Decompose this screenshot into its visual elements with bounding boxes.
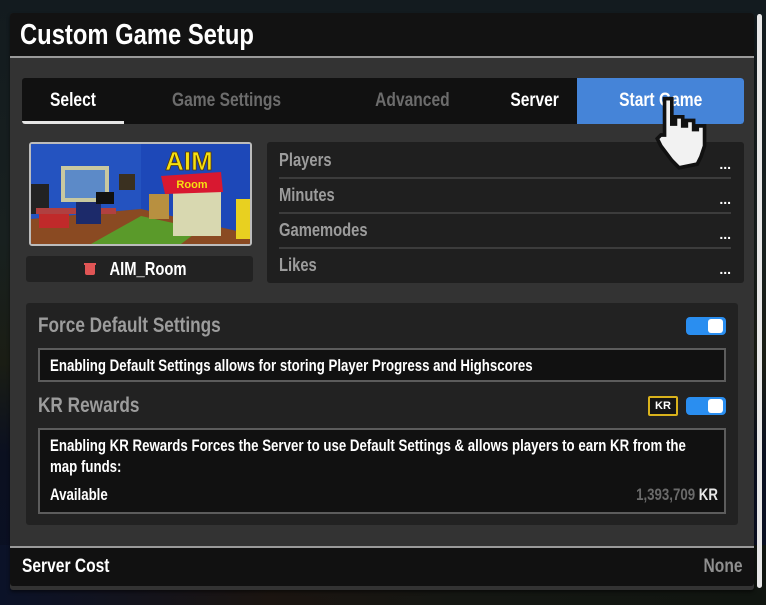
scrollbar[interactable] [757, 14, 762, 588]
stat-value: ... [719, 155, 731, 172]
selected-map-label: AIM_Room [26, 256, 253, 282]
window-title: Custom Game Setup [20, 19, 254, 51]
stat-row-minutes: Minutes ... [279, 179, 731, 214]
start-game-button[interactable]: Start Game [577, 78, 744, 124]
map-thumbnail[interactable]: AIM Room [29, 142, 252, 246]
svg-text:Room: Room [176, 179, 207, 191]
footer-bar: Server Cost None [10, 546, 754, 586]
stat-value: ... [719, 225, 731, 242]
stat-row-likes: Likes ... [279, 248, 731, 283]
kr-rewards-description: Enabling KR Rewards Forces the Server to… [38, 428, 726, 514]
tab-advanced[interactable]: Advanced [322, 78, 502, 124]
tab-server[interactable]: Server [480, 78, 590, 124]
custom-game-setup-window: Custom Game Setup Select Game Settings A… [10, 13, 754, 590]
server-cost-value: None [703, 556, 742, 577]
force-default-title: Force Default Settings [38, 314, 221, 337]
title-bar: Custom Game Setup [10, 13, 754, 58]
stat-value: ... [719, 190, 731, 207]
stat-label: Gamemodes [279, 220, 368, 240]
force-default-toggle[interactable] [686, 317, 726, 335]
tab-bar: Select Game Settings Advanced Server Sta… [22, 78, 744, 124]
available-amount: 1,393,709 KR [636, 485, 718, 504]
kr-available-row: Available 1,393,709 KR [50, 484, 718, 506]
kr-currency-icon: KR [648, 396, 678, 416]
map-name: AIM_Room [108, 258, 187, 279]
kr-rewards-title: KR Rewards [38, 394, 140, 417]
map-thumbnail-image: AIM Room [31, 144, 250, 244]
tab-game-settings[interactable]: Game Settings [137, 78, 317, 124]
available-label: Available [50, 485, 108, 504]
trash-icon[interactable] [83, 263, 96, 275]
server-cost-label: Server Cost [22, 556, 110, 577]
force-default-description: Enabling Default Settings allows for sto… [38, 348, 726, 382]
settings-panel: Force Default Settings Enabling Default … [26, 303, 738, 525]
stat-label: Minutes [279, 185, 335, 205]
kr-rewards-header: KR Rewards KR [38, 391, 726, 421]
stat-value: ... [719, 260, 731, 277]
svg-text:AIM: AIM [165, 146, 213, 176]
stat-row-players: Players ... [279, 144, 731, 179]
tab-select[interactable]: Select [22, 78, 124, 124]
stat-label: Likes [279, 255, 317, 275]
map-stats-panel: Players ... Minutes ... Gamemodes ... Li… [267, 142, 744, 283]
stat-row-gamemodes: Gamemodes ... [279, 214, 731, 249]
stat-label: Players [279, 150, 332, 170]
force-default-header: Force Default Settings [38, 311, 726, 341]
kr-rewards-toggle[interactable] [686, 397, 726, 415]
